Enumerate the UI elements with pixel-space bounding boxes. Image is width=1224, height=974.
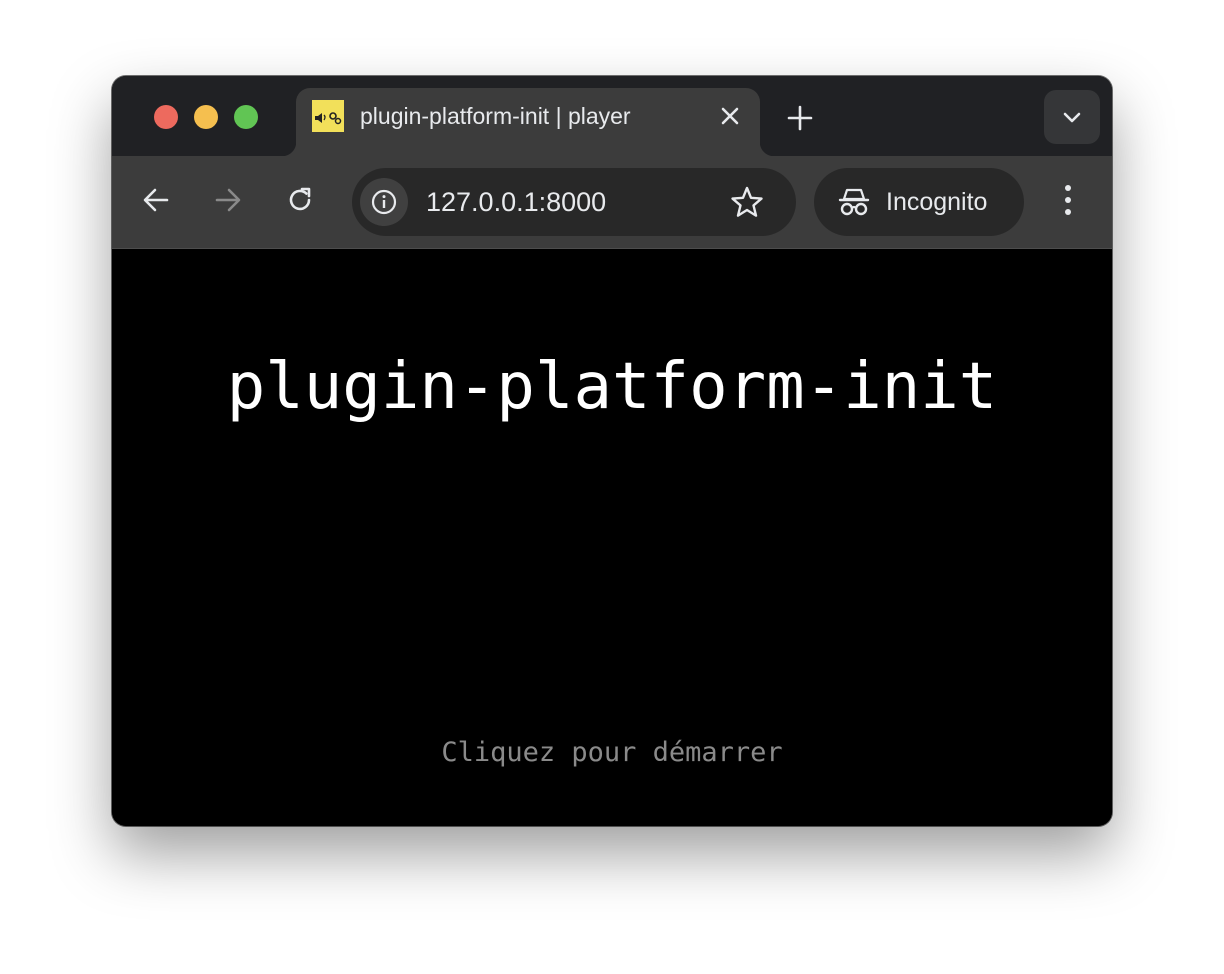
window-close-button[interactable] — [154, 105, 178, 129]
url-text[interactable]: 127.0.0.1:8000 — [426, 168, 606, 236]
tab-search-button[interactable] — [1044, 90, 1100, 144]
site-info-icon[interactable] — [360, 178, 408, 226]
window-minimize-button[interactable] — [194, 105, 218, 129]
favicon-icon — [312, 100, 344, 132]
browser-tab-active[interactable]: plugin-platform-init | player — [282, 88, 774, 156]
tab-close-icon[interactable] — [716, 102, 744, 130]
chevron-down-icon — [1063, 112, 1081, 123]
forward-arrow-icon[interactable] — [212, 184, 244, 216]
new-tab-plus-icon[interactable] — [784, 102, 816, 134]
window-maximize-button[interactable] — [234, 105, 258, 129]
tab-title: plugin-platform-init | player — [360, 103, 631, 129]
bookmark-star-icon[interactable] — [730, 185, 764, 219]
reload-icon[interactable] — [284, 184, 316, 216]
browser-window: plugin-platform-init | player 127.0.0.1:… — [112, 76, 1112, 826]
click-to-start-prompt[interactable]: Cliquez pour démarrer — [112, 735, 1112, 771]
back-arrow-icon[interactable] — [140, 184, 172, 216]
kebab-menu-icon[interactable] — [1052, 182, 1084, 218]
tab-strip: plugin-platform-init | player — [112, 76, 1112, 156]
incognito-icon — [838, 188, 870, 216]
incognito-profile-button[interactable]: Incognito — [814, 168, 1024, 236]
page-content[interactable]: plugin-platform-init Cliquez pour démarr… — [112, 249, 1112, 826]
address-bar[interactable]: 127.0.0.1:8000 — [352, 168, 796, 236]
page-title: plugin-platform-init — [226, 350, 998, 424]
browser-toolbar: 127.0.0.1:8000 Incognito — [112, 156, 1112, 249]
incognito-label: Incognito — [886, 188, 988, 216]
